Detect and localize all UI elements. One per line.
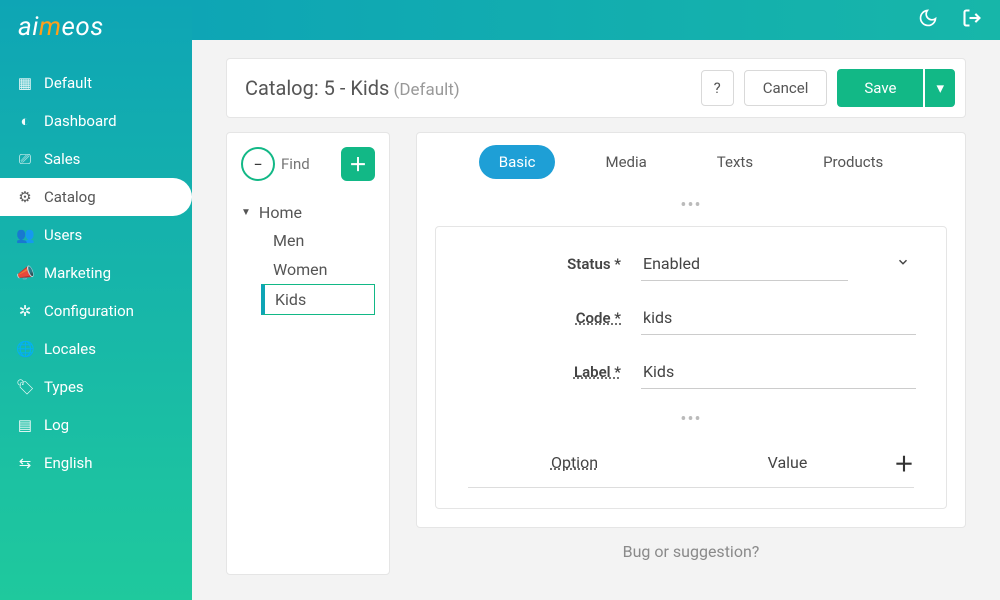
minus-icon: −	[253, 155, 262, 174]
archive-icon: ▤	[16, 416, 34, 434]
calendar-icon: ▦	[16, 74, 34, 92]
feedback-link[interactable]: Bug or suggestion?	[416, 542, 966, 561]
code-input[interactable]	[641, 301, 916, 335]
nav-sales[interactable]: ⎚ Sales	[0, 140, 192, 178]
nav-label: Sales	[44, 150, 80, 168]
save-button[interactable]: Save	[837, 69, 923, 107]
nav-default[interactable]: ▦ Default	[0, 64, 192, 102]
logo-ai: ai	[18, 12, 39, 42]
status-label: Status *	[466, 255, 641, 273]
nav-types[interactable]: 🏷 Types	[0, 368, 192, 406]
collapse-all-button[interactable]: −	[241, 147, 275, 181]
category-tree: ▼ Home Men Women Kids	[241, 199, 375, 315]
nav-label: Locales	[44, 340, 96, 358]
nav: ▦ Default ◐ Dashboard ⎚ Sales ⚙ Catalog 👥 Use…	[0, 64, 192, 482]
title-suffix: (Default)	[389, 80, 459, 100]
tab-products[interactable]: Products	[803, 145, 903, 179]
drag-handle-2[interactable]: •••	[466, 409, 916, 430]
nav-marketing[interactable]: 📣 Marketing	[0, 254, 192, 292]
nav-label: Configuration	[44, 302, 134, 320]
form-card: Basic Media Texts Products ••• Status *	[416, 132, 966, 528]
tag-icon: 🏷	[16, 378, 34, 396]
cancel-button[interactable]: Cancel	[744, 70, 828, 106]
tree-item-men[interactable]: Men	[269, 226, 375, 255]
caret-down-icon: ▼	[241, 207, 251, 218]
option-header: Option	[468, 453, 681, 472]
logo-eos: eos	[61, 12, 103, 42]
gears-icon: ✲	[16, 302, 34, 320]
nav-log[interactable]: ▤ Log	[0, 406, 192, 444]
nav-label: Dashboard	[44, 112, 117, 130]
tree-item-kids[interactable]: Kids	[261, 284, 375, 315]
title-prefix: Catalog:	[245, 76, 324, 100]
save-dropdown-button[interactable]: ▾	[925, 69, 955, 107]
tree-find-input[interactable]	[281, 155, 335, 173]
dark-mode-toggle[interactable]	[918, 8, 938, 28]
options-header: Option Value ＋	[468, 444, 914, 488]
nav-label: English	[44, 454, 93, 472]
label-input[interactable]	[641, 355, 916, 389]
nav-label: Catalog	[44, 188, 96, 206]
nav-locales[interactable]: 🌐 Locales	[0, 330, 192, 368]
page-title: Catalog: 5 - Kids (Default)	[245, 76, 460, 100]
tree-item-women[interactable]: Women	[269, 255, 375, 284]
nav-label: Users	[44, 226, 82, 244]
nav-dashboard[interactable]: ◐ Dashboard	[0, 102, 192, 140]
chevron-down-icon	[896, 255, 910, 269]
nav-label: Log	[44, 416, 69, 434]
users-icon: 👥	[16, 226, 34, 244]
main: Catalog: 5 - Kids (Default) ? Cancel Sav…	[192, 0, 1000, 600]
nav-catalog[interactable]: ⚙ Catalog	[0, 178, 192, 216]
logout-button[interactable]	[962, 8, 982, 28]
logo: aimeos	[0, 0, 192, 54]
nav-label: Types	[44, 378, 84, 396]
page-header: Catalog: 5 - Kids (Default) ? Cancel Sav…	[226, 58, 966, 118]
nav-configuration[interactable]: ✲ Configuration	[0, 292, 192, 330]
bullhorn-icon: 📣	[16, 264, 34, 282]
tab-basic[interactable]: Basic	[479, 145, 556, 179]
value-header: Value	[681, 453, 894, 472]
help-button[interactable]: ?	[701, 70, 734, 106]
drag-handle[interactable]: •••	[417, 191, 965, 226]
globe-icon: 🌐	[16, 340, 34, 358]
tab-texts[interactable]: Texts	[697, 145, 773, 179]
nav-language[interactable]: ⇆ English	[0, 444, 192, 482]
plus-icon: ＋	[349, 151, 367, 177]
title-main: 5 - Kids	[324, 76, 390, 100]
tree-add-button[interactable]: ＋	[341, 147, 375, 181]
nav-users[interactable]: 👥 Users	[0, 216, 192, 254]
status-select[interactable]	[641, 247, 848, 281]
tab-media[interactable]: Media	[585, 145, 666, 179]
form-body: Status * Code *	[435, 226, 947, 509]
cubes-icon: ⚙	[16, 188, 34, 206]
logo-m: m	[39, 12, 62, 42]
code-label: Code *	[466, 309, 641, 327]
label-label: Label *	[466, 363, 641, 381]
tabs: Basic Media Texts Products	[417, 133, 965, 191]
tree-root-label: Home	[259, 203, 302, 222]
sidebar: aimeos ▦ Default ◐ Dashboard ⎚ Sales ⚙ Catal…	[0, 0, 192, 600]
nav-label: Marketing	[44, 264, 111, 282]
option-add-button[interactable]: ＋	[894, 448, 914, 477]
tree-root[interactable]: ▼ Home	[241, 199, 375, 226]
money-icon: ⎚	[16, 150, 34, 168]
tree-panel: − ＋ ▼ Home Men Women Kids	[226, 132, 390, 575]
nav-label: Default	[44, 74, 92, 92]
gauge-icon: ◐	[16, 112, 34, 130]
language-icon: ⇆	[16, 454, 34, 472]
